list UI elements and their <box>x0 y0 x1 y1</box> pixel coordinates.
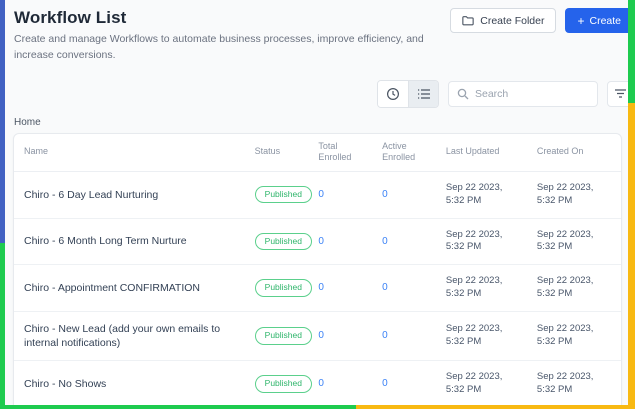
table-row[interactable]: Chiro - 6 Month Long Term Nurture Publis… <box>14 218 621 266</box>
active-enrolled-count[interactable]: 0 <box>372 218 436 266</box>
filter-icon <box>614 88 627 99</box>
create-folder-label: Create Folder <box>480 14 545 27</box>
column-header: Status <box>244 133 309 172</box>
create-label: Create <box>589 14 621 27</box>
table-row[interactable]: Chiro - No Shows Published 0 0 Sep 22 20… <box>14 360 621 408</box>
create-button[interactable]: + Create <box>565 8 635 33</box>
last-updated-date: Sep 22 2023, 5:32 PM <box>435 360 527 408</box>
folder-icon <box>462 15 474 26</box>
created-on-date: Sep 22 2023, 5:32 PM <box>526 311 621 362</box>
search-icon <box>457 88 469 100</box>
status-badge: Published <box>254 375 312 393</box>
workflow-table: Name Status Total Enrolled Active Enrolled L… <box>14 133 621 409</box>
edge-strip-bottom-yellow <box>356 405 635 409</box>
active-enrolled-count[interactable]: 0 <box>372 360 436 408</box>
created-on-date: Sep 22 2023, 5:32 PM <box>526 360 621 408</box>
total-enrolled-count[interactable]: 0 <box>308 360 373 408</box>
breadcrumb-home[interactable]: Home <box>14 117 41 128</box>
list-view-button[interactable] <box>408 80 438 107</box>
workflow-name[interactable]: Chiro - Appointment CONFIRMATION <box>14 264 245 312</box>
active-enrolled-count[interactable]: 0 <box>372 264 436 312</box>
status-badge: Published <box>254 185 312 204</box>
created-on-date: Sep 22 2023, 5:32 PM <box>526 218 621 266</box>
total-enrolled-count[interactable]: 0 <box>308 171 373 219</box>
workflow-name[interactable]: Chiro - 6 Day Lead Nurturing <box>14 171 245 219</box>
status-badge: Published <box>254 279 312 297</box>
workflow-status-cell: Published <box>244 311 312 362</box>
total-enrolled-count[interactable]: 0 <box>308 218 373 266</box>
total-enrolled-count[interactable]: 0 <box>308 311 373 362</box>
search-box <box>448 80 598 107</box>
column-header: Name <box>14 133 245 172</box>
clock-icon <box>386 87 400 101</box>
column-header: Last Updated <box>435 133 527 172</box>
search-input[interactable] <box>475 87 589 100</box>
last-updated-date: Sep 22 2023, 5:32 PM <box>435 171 527 219</box>
workflow-status-cell: Published <box>244 360 312 408</box>
workflow-table-card: Name Status Total Enrolled Active Enrolled L… <box>13 132 622 409</box>
total-enrolled-count[interactable]: 0 <box>308 264 373 312</box>
active-enrolled-count[interactable]: 0 <box>372 311 436 362</box>
created-on-date: Sep 22 2023, 5:32 PM <box>526 171 621 219</box>
status-badge: Published <box>254 327 312 345</box>
edge-strip-right-green <box>628 0 635 103</box>
last-updated-date: Sep 22 2023, 5:32 PM <box>435 311 527 362</box>
view-toggle-group <box>377 79 439 108</box>
table-header-row: Name Status Total Enrolled Active Enrolled L… <box>14 133 621 172</box>
header-actions: Create Folder + Create <box>450 8 635 33</box>
table-row[interactable]: Chiro - Appointment CONFIRMATION Publish… <box>14 264 621 312</box>
edge-strip-left-blue <box>0 0 5 243</box>
workflow-status-cell: Published <box>244 218 312 266</box>
workflow-list-page: Workflow List Create and manage Workflow… <box>0 0 635 409</box>
breadcrumb: Home <box>14 117 635 128</box>
workflow-name[interactable]: Chiro - No Shows <box>14 360 245 408</box>
active-enrolled-count[interactable]: 0 <box>372 171 436 219</box>
column-header: Total Enrolled <box>308 133 373 172</box>
edge-strip-left-green <box>0 243 5 409</box>
workflow-name[interactable]: Chiro - New Lead (add your own emails to… <box>14 311 245 362</box>
table-row[interactable]: Chiro - New Lead (add your own emails to… <box>14 311 621 362</box>
create-folder-button[interactable]: Create Folder <box>450 8 557 33</box>
list-icon <box>417 88 431 100</box>
workflow-status-cell: Published <box>244 171 312 219</box>
workflow-status-cell: Published <box>244 264 312 312</box>
last-updated-date: Sep 22 2023, 5:32 PM <box>435 264 527 312</box>
last-updated-date: Sep 22 2023, 5:32 PM <box>435 218 527 266</box>
page-header: Workflow List Create and manage Workflow… <box>0 0 635 64</box>
column-header: Created On <box>526 133 621 172</box>
edge-strip-bottom-green <box>0 405 356 409</box>
table-row[interactable]: Chiro - 6 Day Lead Nurturing Published 0… <box>14 171 621 219</box>
workflow-name[interactable]: Chiro - 6 Month Long Term Nurture <box>14 218 245 266</box>
status-badge: Published <box>254 232 312 251</box>
edge-strip-right-yellow <box>628 103 635 409</box>
page-description: Create and manage Workflows to automate … <box>14 33 424 61</box>
column-header: Active Enrolled <box>372 133 436 172</box>
plus-icon: + <box>577 13 585 28</box>
toolbar <box>0 79 635 108</box>
created-on-date: Sep 22 2023, 5:32 PM <box>526 264 621 312</box>
history-view-button[interactable] <box>378 80 408 107</box>
